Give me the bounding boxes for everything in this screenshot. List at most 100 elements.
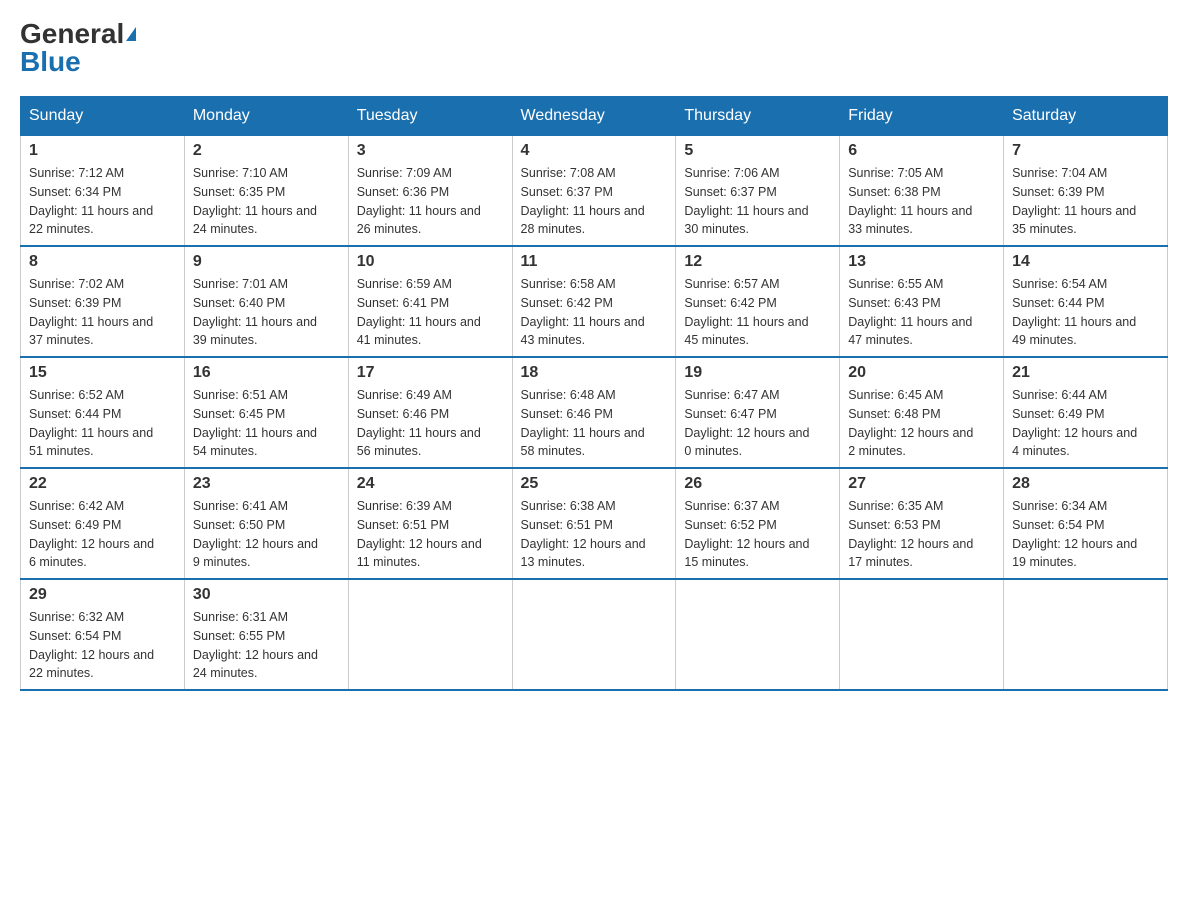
day-number: 4 <box>521 142 668 160</box>
calendar-day-cell <box>348 579 512 690</box>
day-number: 2 <box>193 142 340 160</box>
calendar-day-cell: 6 Sunrise: 7:05 AM Sunset: 6:38 PM Dayli… <box>840 136 1004 247</box>
day-number: 19 <box>684 364 831 382</box>
day-number: 8 <box>29 253 176 271</box>
calendar-day-cell: 21 Sunrise: 6:44 AM Sunset: 6:49 PM Dayl… <box>1004 357 1168 468</box>
day-number: 7 <box>1012 142 1159 160</box>
calendar-day-cell: 27 Sunrise: 6:35 AM Sunset: 6:53 PM Dayl… <box>840 468 1004 579</box>
calendar-day-cell: 5 Sunrise: 7:06 AM Sunset: 6:37 PM Dayli… <box>676 136 840 247</box>
day-info: Sunrise: 7:04 AM Sunset: 6:39 PM Dayligh… <box>1012 164 1159 239</box>
header-friday: Friday <box>840 97 1004 136</box>
day-info: Sunrise: 6:31 AM Sunset: 6:55 PM Dayligh… <box>193 608 340 683</box>
calendar-day-cell: 20 Sunrise: 6:45 AM Sunset: 6:48 PM Dayl… <box>840 357 1004 468</box>
day-info: Sunrise: 6:47 AM Sunset: 6:47 PM Dayligh… <box>684 386 831 461</box>
day-info: Sunrise: 6:39 AM Sunset: 6:51 PM Dayligh… <box>357 497 504 572</box>
day-number: 9 <box>193 253 340 271</box>
day-info: Sunrise: 7:10 AM Sunset: 6:35 PM Dayligh… <box>193 164 340 239</box>
day-info: Sunrise: 7:05 AM Sunset: 6:38 PM Dayligh… <box>848 164 995 239</box>
day-info: Sunrise: 7:12 AM Sunset: 6:34 PM Dayligh… <box>29 164 176 239</box>
calendar-week-row: 22 Sunrise: 6:42 AM Sunset: 6:49 PM Dayl… <box>21 468 1168 579</box>
day-number: 25 <box>521 475 668 493</box>
day-info: Sunrise: 6:45 AM Sunset: 6:48 PM Dayligh… <box>848 386 995 461</box>
day-info: Sunrise: 6:52 AM Sunset: 6:44 PM Dayligh… <box>29 386 176 461</box>
calendar-week-row: 29 Sunrise: 6:32 AM Sunset: 6:54 PM Dayl… <box>21 579 1168 690</box>
day-number: 22 <box>29 475 176 493</box>
day-number: 6 <box>848 142 995 160</box>
day-info: Sunrise: 6:38 AM Sunset: 6:51 PM Dayligh… <box>521 497 668 572</box>
day-info: Sunrise: 6:42 AM Sunset: 6:49 PM Dayligh… <box>29 497 176 572</box>
calendar-day-cell: 1 Sunrise: 7:12 AM Sunset: 6:34 PM Dayli… <box>21 136 185 247</box>
day-number: 5 <box>684 142 831 160</box>
header-thursday: Thursday <box>676 97 840 136</box>
day-number: 16 <box>193 364 340 382</box>
calendar-day-cell: 11 Sunrise: 6:58 AM Sunset: 6:42 PM Dayl… <box>512 246 676 357</box>
calendar-day-cell: 7 Sunrise: 7:04 AM Sunset: 6:39 PM Dayli… <box>1004 136 1168 247</box>
day-number: 13 <box>848 253 995 271</box>
day-info: Sunrise: 6:44 AM Sunset: 6:49 PM Dayligh… <box>1012 386 1159 461</box>
day-number: 3 <box>357 142 504 160</box>
day-number: 14 <box>1012 253 1159 271</box>
day-number: 11 <box>521 253 668 271</box>
day-number: 21 <box>1012 364 1159 382</box>
day-number: 29 <box>29 586 176 604</box>
page-header: General Blue <box>20 20 1168 76</box>
day-info: Sunrise: 7:02 AM Sunset: 6:39 PM Dayligh… <box>29 275 176 350</box>
calendar-day-cell: 29 Sunrise: 6:32 AM Sunset: 6:54 PM Dayl… <box>21 579 185 690</box>
calendar-day-cell: 17 Sunrise: 6:49 AM Sunset: 6:46 PM Dayl… <box>348 357 512 468</box>
header-monday: Monday <box>184 97 348 136</box>
calendar-week-row: 15 Sunrise: 6:52 AM Sunset: 6:44 PM Dayl… <box>21 357 1168 468</box>
calendar-day-cell: 3 Sunrise: 7:09 AM Sunset: 6:36 PM Dayli… <box>348 136 512 247</box>
calendar-day-cell: 30 Sunrise: 6:31 AM Sunset: 6:55 PM Dayl… <box>184 579 348 690</box>
day-number: 23 <box>193 475 340 493</box>
calendar-day-cell <box>512 579 676 690</box>
day-info: Sunrise: 6:34 AM Sunset: 6:54 PM Dayligh… <box>1012 497 1159 572</box>
day-info: Sunrise: 6:51 AM Sunset: 6:45 PM Dayligh… <box>193 386 340 461</box>
day-number: 27 <box>848 475 995 493</box>
calendar-day-cell: 14 Sunrise: 6:54 AM Sunset: 6:44 PM Dayl… <box>1004 246 1168 357</box>
calendar-day-cell: 13 Sunrise: 6:55 AM Sunset: 6:43 PM Dayl… <box>840 246 1004 357</box>
calendar-day-cell: 18 Sunrise: 6:48 AM Sunset: 6:46 PM Dayl… <box>512 357 676 468</box>
day-number: 28 <box>1012 475 1159 493</box>
calendar-header-row: Sunday Monday Tuesday Wednesday Thursday… <box>21 97 1168 136</box>
day-info: Sunrise: 6:48 AM Sunset: 6:46 PM Dayligh… <box>521 386 668 461</box>
calendar-day-cell: 9 Sunrise: 7:01 AM Sunset: 6:40 PM Dayli… <box>184 246 348 357</box>
calendar-week-row: 8 Sunrise: 7:02 AM Sunset: 6:39 PM Dayli… <box>21 246 1168 357</box>
day-info: Sunrise: 6:37 AM Sunset: 6:52 PM Dayligh… <box>684 497 831 572</box>
day-number: 12 <box>684 253 831 271</box>
calendar-day-cell <box>676 579 840 690</box>
day-number: 10 <box>357 253 504 271</box>
day-number: 15 <box>29 364 176 382</box>
calendar-day-cell: 4 Sunrise: 7:08 AM Sunset: 6:37 PM Dayli… <box>512 136 676 247</box>
logo-blue-text: Blue <box>20 48 81 76</box>
day-info: Sunrise: 6:35 AM Sunset: 6:53 PM Dayligh… <box>848 497 995 572</box>
calendar-day-cell: 24 Sunrise: 6:39 AM Sunset: 6:51 PM Dayl… <box>348 468 512 579</box>
day-number: 17 <box>357 364 504 382</box>
calendar-week-row: 1 Sunrise: 7:12 AM Sunset: 6:34 PM Dayli… <box>21 136 1168 247</box>
day-info: Sunrise: 6:41 AM Sunset: 6:50 PM Dayligh… <box>193 497 340 572</box>
calendar-day-cell: 2 Sunrise: 7:10 AM Sunset: 6:35 PM Dayli… <box>184 136 348 247</box>
calendar-day-cell <box>840 579 1004 690</box>
calendar-day-cell: 22 Sunrise: 6:42 AM Sunset: 6:49 PM Dayl… <box>21 468 185 579</box>
day-info: Sunrise: 6:54 AM Sunset: 6:44 PM Dayligh… <box>1012 275 1159 350</box>
logo: General Blue <box>20 20 136 76</box>
logo-general-text: General <box>20 20 124 48</box>
logo-triangle-icon <box>126 27 136 41</box>
day-info: Sunrise: 7:01 AM Sunset: 6:40 PM Dayligh… <box>193 275 340 350</box>
day-info: Sunrise: 6:49 AM Sunset: 6:46 PM Dayligh… <box>357 386 504 461</box>
day-number: 20 <box>848 364 995 382</box>
day-info: Sunrise: 6:57 AM Sunset: 6:42 PM Dayligh… <box>684 275 831 350</box>
calendar-day-cell: 25 Sunrise: 6:38 AM Sunset: 6:51 PM Dayl… <box>512 468 676 579</box>
calendar-day-cell: 12 Sunrise: 6:57 AM Sunset: 6:42 PM Dayl… <box>676 246 840 357</box>
calendar-day-cell: 16 Sunrise: 6:51 AM Sunset: 6:45 PM Dayl… <box>184 357 348 468</box>
header-saturday: Saturday <box>1004 97 1168 136</box>
calendar-day-cell <box>1004 579 1168 690</box>
calendar-day-cell: 28 Sunrise: 6:34 AM Sunset: 6:54 PM Dayl… <box>1004 468 1168 579</box>
day-info: Sunrise: 7:09 AM Sunset: 6:36 PM Dayligh… <box>357 164 504 239</box>
day-info: Sunrise: 7:06 AM Sunset: 6:37 PM Dayligh… <box>684 164 831 239</box>
day-info: Sunrise: 6:32 AM Sunset: 6:54 PM Dayligh… <box>29 608 176 683</box>
day-number: 24 <box>357 475 504 493</box>
day-number: 30 <box>193 586 340 604</box>
day-info: Sunrise: 6:58 AM Sunset: 6:42 PM Dayligh… <box>521 275 668 350</box>
day-info: Sunrise: 6:59 AM Sunset: 6:41 PM Dayligh… <box>357 275 504 350</box>
calendar-day-cell: 15 Sunrise: 6:52 AM Sunset: 6:44 PM Dayl… <box>21 357 185 468</box>
